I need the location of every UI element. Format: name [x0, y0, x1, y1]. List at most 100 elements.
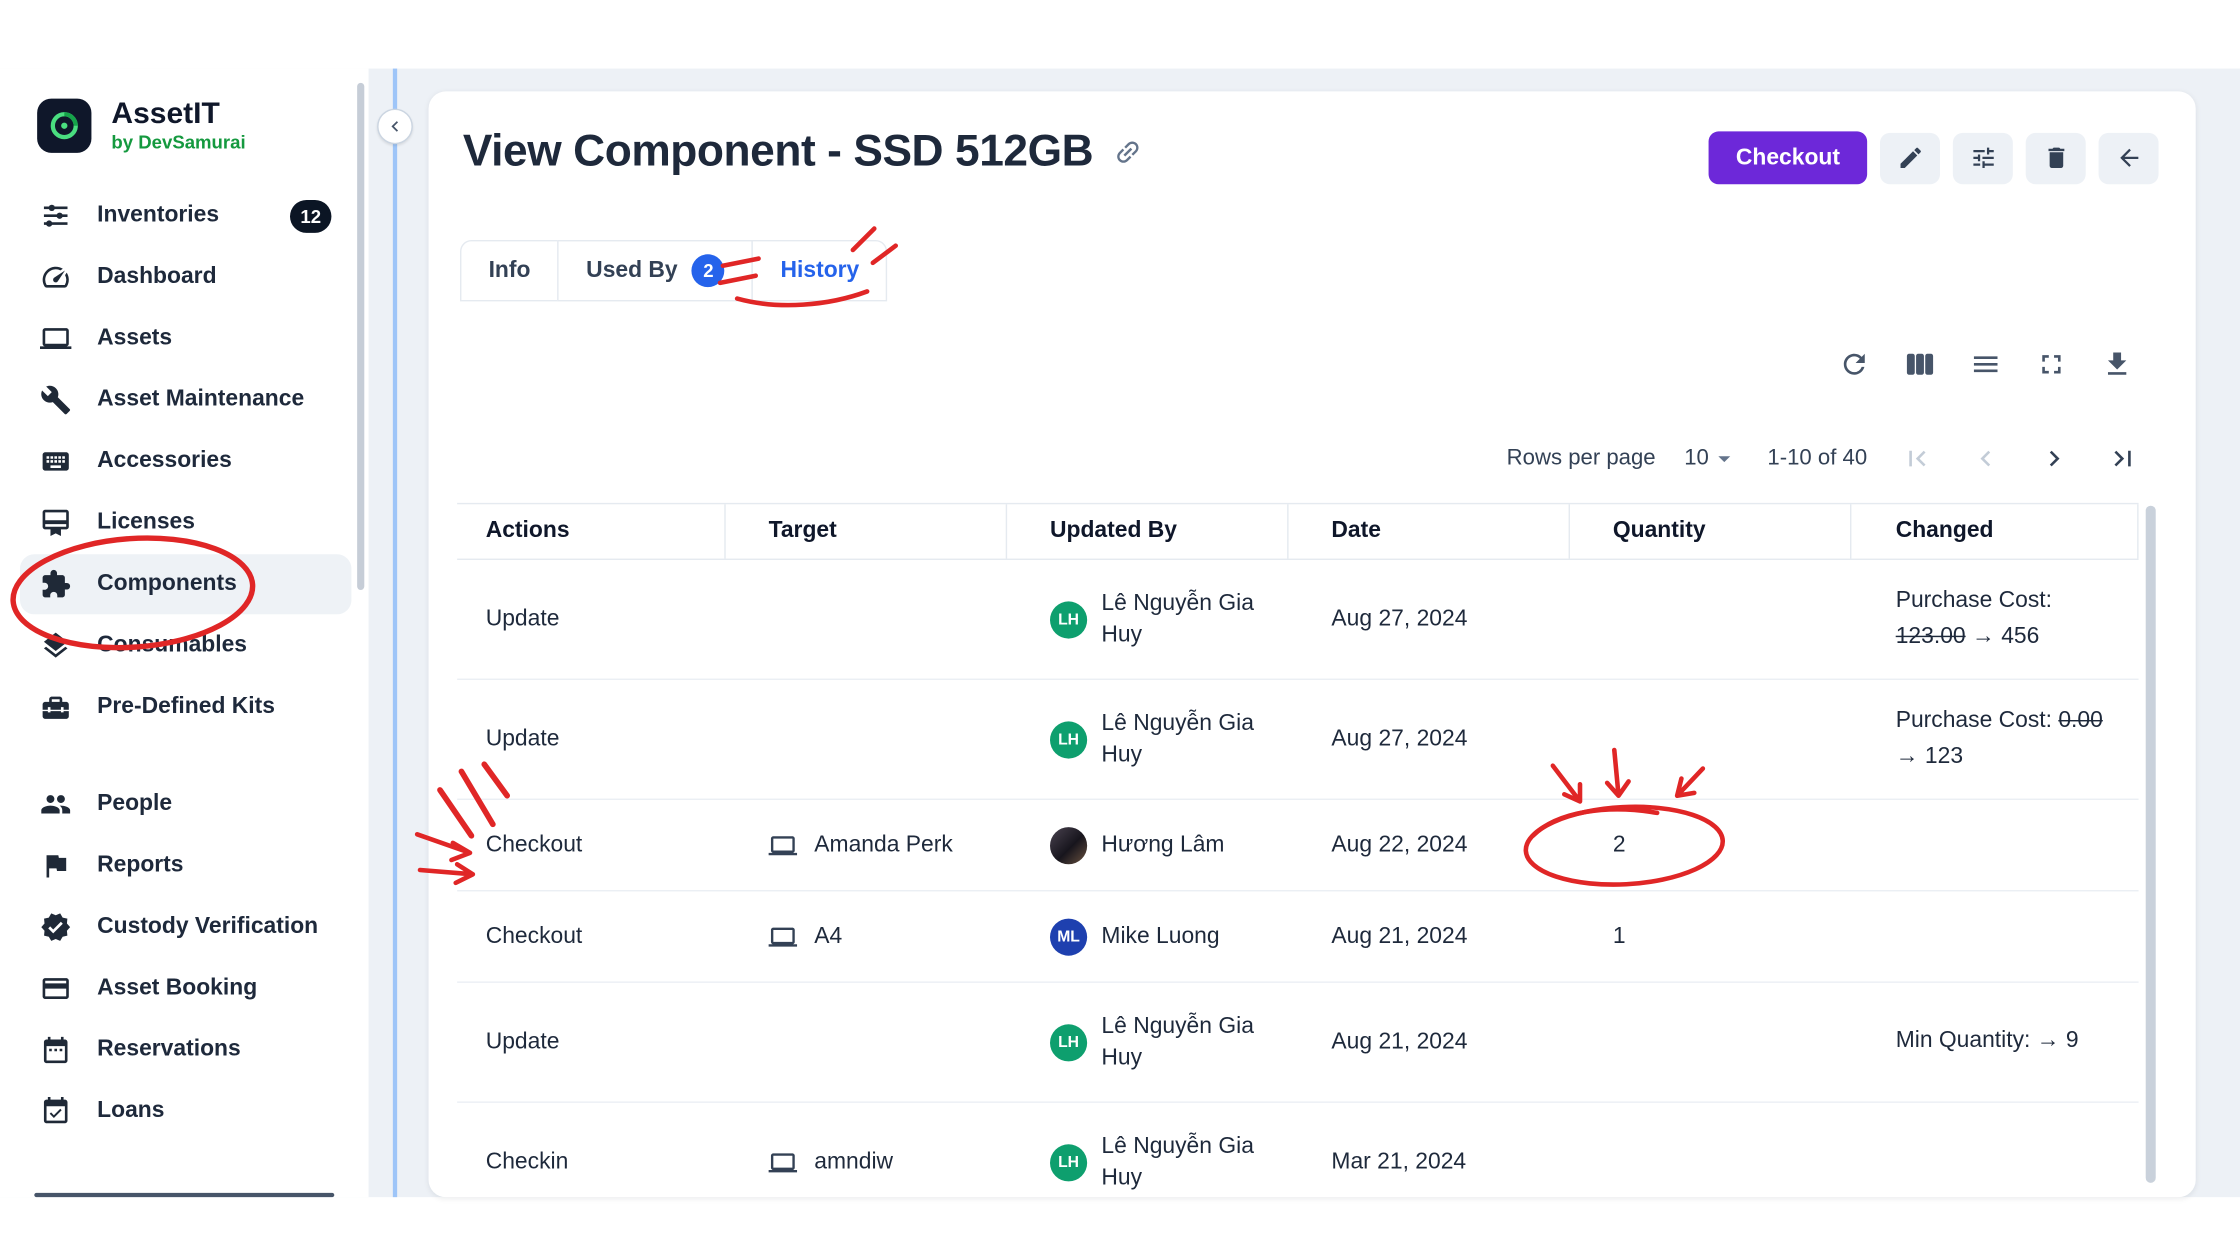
sidebar-scrollbar[interactable]	[357, 83, 364, 590]
sidebar-item-asset-maintenance[interactable]: Asset Maintenance	[20, 370, 351, 430]
user-name: Mike Luong	[1101, 921, 1219, 952]
tab-used-by[interactable]: Used By 2	[558, 240, 754, 301]
sidebar-item-label: Accessories	[97, 449, 232, 475]
density-button[interactable]	[1970, 349, 2001, 380]
table-row: Update LH Lê Nguyễn Gia Huy Aug 21, 2024…	[457, 983, 2138, 1103]
column-header-quantity[interactable]: Quantity	[1570, 504, 1851, 558]
sidebar-item-licenses[interactable]: Licenses	[20, 493, 351, 553]
sidebar-item-reservations[interactable]: Reservations	[20, 1020, 351, 1080]
consumables-icon	[40, 629, 74, 663]
sidebar-rail-divider	[393, 69, 397, 1198]
column-header-changed[interactable]: Changed	[1851, 504, 2138, 558]
checkout-button[interactable]: Checkout	[1709, 131, 1867, 184]
sidebar-item-dashboard[interactable]: Dashboard	[20, 247, 351, 307]
column-header-target[interactable]: Target	[726, 504, 1007, 558]
table-row: Checkout Amanda Perk Hương Lâm Aug 22, 2…	[457, 800, 2138, 891]
avatar: ML	[1050, 918, 1087, 955]
rows-per-page-select[interactable]: 10	[1684, 444, 1739, 473]
screenshot-root: AssetIT by DevSamurai Inventories 12 Das…	[0, 0, 2240, 1260]
sidebar-item-consumables[interactable]: Consumables	[20, 616, 351, 676]
accessories-icon	[40, 444, 74, 478]
last-page-button[interactable]	[2107, 443, 2138, 474]
pencil-icon	[1896, 144, 1923, 171]
changed-new-value: 123	[1925, 744, 1963, 768]
cell-target: Amanda Perk	[726, 831, 1007, 860]
sidebar-item-pre-defined-kits[interactable]: Pre-Defined Kits	[20, 677, 351, 737]
first-page-icon	[1901, 443, 1932, 474]
next-page-button[interactable]	[2039, 443, 2070, 474]
first-page-button[interactable]	[1901, 443, 1932, 474]
used-by-count-badge: 2	[692, 254, 725, 287]
table-scrollbar[interactable]	[2146, 506, 2156, 1183]
fullscreen-button[interactable]	[2036, 349, 2067, 380]
history-table: ActionsTargetUpdated ByDateQuantityChang…	[457, 503, 2138, 1197]
target-name: Amanda Perk	[814, 832, 952, 858]
sidebar-item-label: Asset Booking	[97, 976, 257, 1002]
column-header-date[interactable]: Date	[1289, 504, 1570, 558]
back-button[interactable]	[2099, 132, 2159, 183]
refresh-icon	[1839, 349, 1870, 380]
chevron-right-icon	[2039, 443, 2070, 474]
table-row: Update LH Lê Nguyễn Gia Huy Aug 27, 2024…	[457, 560, 2138, 680]
refresh-button[interactable]	[1839, 349, 1870, 380]
download-button[interactable]	[2101, 349, 2132, 380]
cell-date: Aug 22, 2024	[1289, 832, 1570, 858]
laptop-icon	[769, 831, 798, 860]
page-title: View Component - SSD 512GB	[463, 126, 1093, 177]
avatar: LH	[1050, 721, 1087, 758]
tab-info[interactable]: Info	[460, 240, 559, 301]
maintenance-icon	[40, 383, 74, 417]
sidebar-item-asset-booking[interactable]: Asset Booking	[20, 959, 351, 1019]
sidebar-item-reports[interactable]: Reports	[20, 836, 351, 896]
user-name: Lê Nguyễn Gia Huy	[1101, 1131, 1288, 1193]
sidebar-collapse-button[interactable]	[377, 109, 413, 145]
copy-link-icon[interactable]	[1107, 130, 1149, 172]
sidebar-item-label: Custody Verification	[97, 914, 318, 940]
cell-quantity: 2	[1570, 832, 1851, 858]
settings-button[interactable]	[1953, 132, 2013, 183]
changed-old-value: 0.00	[2058, 708, 2102, 732]
table-toolbar	[1839, 349, 2133, 380]
column-header-actions[interactable]: Actions	[457, 504, 726, 558]
trash-icon	[2042, 144, 2069, 171]
cell-quantity: 1	[1570, 924, 1851, 950]
changed-arrow: →	[1896, 744, 1919, 768]
table-header-row: ActionsTargetUpdated ByDateQuantityChang…	[457, 503, 2138, 560]
sidebar-item-label: Pre-Defined Kits	[97, 694, 275, 720]
inventories-icon	[40, 199, 74, 233]
tab-history-label: History	[781, 258, 860, 284]
sidebar-item-inventories[interactable]: Inventories 12	[20, 186, 351, 246]
edit-button[interactable]	[1880, 132, 1940, 183]
sidebar-item-assets[interactable]: Assets	[20, 309, 351, 369]
cell-date: Aug 27, 2024	[1289, 726, 1570, 752]
dashboard-icon	[40, 260, 74, 294]
user-name: Lê Nguyễn Gia Huy	[1101, 708, 1288, 770]
sidebar-item-label: Reports	[97, 853, 183, 879]
cell-date: Aug 27, 2024	[1289, 606, 1570, 632]
changed-arrow: →	[1972, 624, 1995, 648]
sidebar-item-people[interactable]: People	[20, 774, 351, 834]
sidebar-item-badge: 12	[290, 199, 331, 232]
delete-button[interactable]	[2026, 132, 2086, 183]
cell-action: Checkout	[457, 924, 726, 950]
app-name: AssetIT	[111, 97, 245, 131]
cell-updated-by: ML Mike Luong	[1007, 918, 1288, 955]
tab-history[interactable]: History	[752, 240, 888, 301]
columns-button[interactable]	[1904, 349, 1935, 380]
previous-page-button[interactable]	[1970, 443, 2001, 474]
sidebar-item-label: Inventories	[97, 203, 219, 229]
sidebar-item-label: Asset Maintenance	[97, 387, 304, 413]
column-header-updated-by[interactable]: Updated By	[1007, 504, 1288, 558]
table-row: Checkin amndiw LH Lê Nguyễn Gia Huy Mar …	[457, 1103, 2138, 1197]
fullscreen-icon	[2036, 349, 2067, 380]
app-logo	[37, 98, 91, 152]
last-page-icon	[2107, 443, 2138, 474]
cell-action: Update	[457, 1029, 726, 1055]
chevron-left-icon	[384, 116, 405, 137]
sidebar-item-custody-verification[interactable]: Custody Verification	[20, 897, 351, 957]
cell-updated-by: LH Lê Nguyễn Gia Huy	[1007, 588, 1288, 650]
sidebar-item-accessories[interactable]: Accessories	[20, 432, 351, 492]
cell-updated-by: Hương Lâm	[1007, 826, 1288, 863]
sidebar-item-components[interactable]: Components	[20, 554, 351, 614]
sidebar-item-loans[interactable]: Loans	[20, 1082, 351, 1142]
